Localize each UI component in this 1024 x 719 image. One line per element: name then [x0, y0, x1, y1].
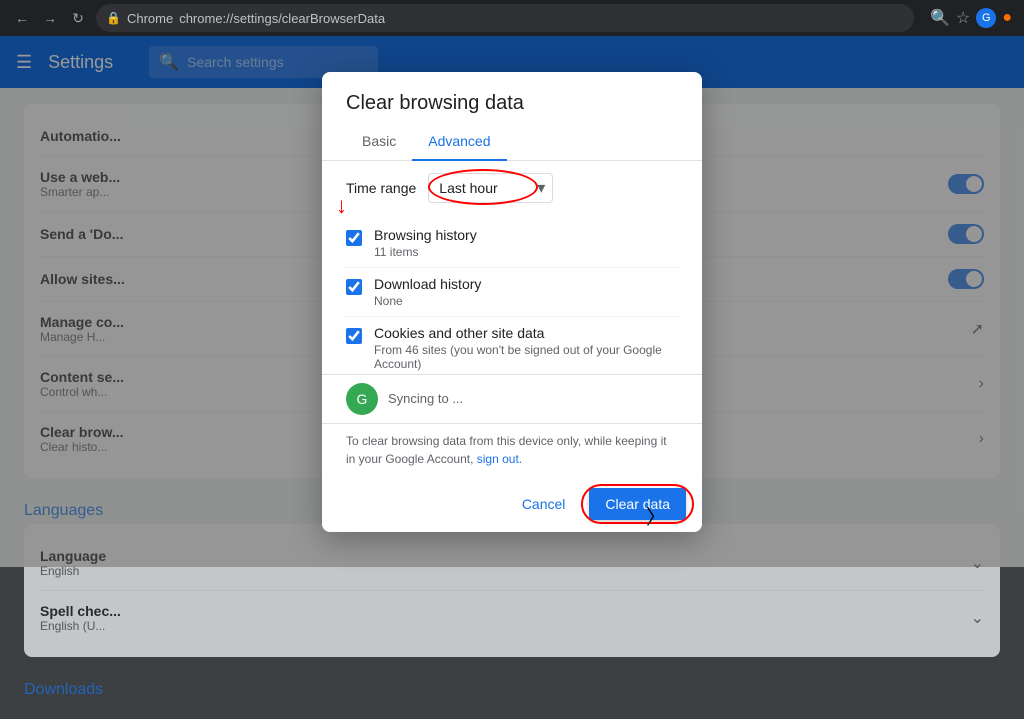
browser-chrome: ← → ↻ 🔒 Chrome chrome://settings/clearBr…: [0, 0, 1024, 36]
address-url: chrome://settings/clearBrowserData: [179, 11, 385, 26]
checkbox-detail: 11 items: [374, 245, 477, 259]
dialog-overlay: Clear browsing data Basic Advanced Time …: [0, 36, 1024, 567]
checkbox-detail: None: [374, 294, 481, 308]
time-range-label: Time range: [346, 180, 416, 196]
row-title: Spell chec...: [40, 603, 121, 619]
checkbox-label: Cookies and other site data: [374, 325, 678, 341]
lock-icon: 🔒: [106, 11, 121, 25]
row-subtitle: English (U...: [40, 619, 121, 633]
checkbox-label: Download history: [374, 276, 481, 292]
sign-out-link[interactable]: sign out.: [477, 452, 522, 466]
dialog-title: Clear browsing data: [346, 92, 678, 115]
checkbox-row-download-history: Download history None: [346, 268, 678, 317]
dialog-footer-text: To clear browsing data from this device …: [322, 423, 702, 480]
dialog-header: Clear browsing data: [322, 72, 702, 123]
time-range-row: Time range Last hour Last 24 hours Last …: [346, 173, 678, 203]
time-range-select-wrapper: Last hour Last 24 hours Last 7 days Last…: [428, 173, 553, 203]
chevron-down-icon: ⌄: [971, 608, 984, 628]
extension-icon[interactable]: ●: [1002, 9, 1012, 27]
browser-title: Chrome: [127, 11, 173, 26]
clear-data-button[interactable]: Clear data: [589, 488, 686, 520]
sync-text: Syncing to ...: [388, 391, 463, 406]
clear-browsing-data-dialog: Clear browsing data Basic Advanced Time …: [322, 72, 702, 532]
reload-button[interactable]: ↻: [68, 8, 88, 28]
cancel-button[interactable]: Cancel: [506, 488, 582, 520]
avatar: G: [346, 383, 378, 415]
browsing-history-checkbox[interactable]: [346, 230, 362, 246]
star-icon[interactable]: ☆: [956, 8, 970, 28]
download-history-checkbox[interactable]: [346, 279, 362, 295]
dialog-tabs: Basic Advanced: [322, 123, 702, 161]
settings-row: Spell chec... English (U... ⌄: [40, 591, 984, 645]
cookies-checkbox[interactable]: [346, 328, 362, 344]
downloads-section-label: Downloads: [24, 673, 1000, 703]
search-icon[interactable]: 🔍: [930, 8, 950, 28]
dialog-actions: Cancel Clear data 〉: [322, 480, 702, 532]
time-range-select[interactable]: Last hour Last 24 hours Last 7 days Last…: [428, 173, 553, 203]
checkbox-row-browsing-history: Browsing history 11 items: [346, 219, 678, 268]
forward-button[interactable]: →: [40, 8, 60, 28]
back-button[interactable]: ←: [12, 8, 32, 28]
dialog-sync-row: G Syncing to ...: [322, 374, 702, 423]
browser-actions: 🔍 ☆ G ●: [930, 8, 1012, 28]
tab-advanced[interactable]: Advanced: [412, 123, 506, 161]
settings-page: ☰ Settings 🔍 Automatio... Use a web... S…: [0, 36, 1024, 567]
checkbox-label: Browsing history: [374, 227, 477, 243]
address-bar[interactable]: 🔒 Chrome chrome://settings/clearBrowserD…: [96, 4, 914, 32]
checkbox-row-cookies: Cookies and other site data From 46 site…: [346, 317, 678, 374]
tab-basic[interactable]: Basic: [346, 123, 412, 161]
dialog-body: Time range Last hour Last 24 hours Last …: [322, 161, 702, 374]
checkbox-detail: From 46 sites (you won't be signed out o…: [374, 343, 678, 371]
profile-icon[interactable]: G: [976, 8, 996, 28]
clear-button-wrapper: Clear data 〉: [589, 488, 686, 520]
arrow-annotation: ↓: [336, 193, 347, 219]
